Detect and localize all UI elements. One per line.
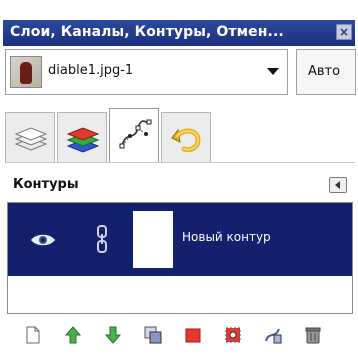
tab-channels[interactable] — [57, 112, 107, 162]
panel-title: Контуры — [13, 177, 79, 192]
window-title: Слои, Каналы, Контуры, Отмен... — [10, 24, 284, 40]
paths-list: Новый контур — [7, 202, 353, 314]
selection-to-path-icon — [225, 327, 241, 343]
title-bar[interactable]: Слои, Каналы, Контуры, Отмен... × — [3, 20, 355, 46]
dock-window: Слои, Каналы, Контуры, Отмен... × diable… — [0, 0, 358, 354]
image-selector[interactable]: diable1.jpg-1 — [5, 49, 288, 95]
image-name: diable1.jpg-1 — [48, 63, 134, 78]
chevron-down-icon[interactable] — [267, 68, 279, 75]
channels-icon — [66, 127, 100, 153]
undo-history-icon — [171, 128, 201, 153]
path-row[interactable]: Новый контур — [8, 203, 352, 276]
duplicate-path-button[interactable] — [143, 325, 163, 345]
duplicate-path-icon — [144, 326, 162, 344]
tab-paths[interactable] — [109, 108, 159, 162]
tab-layers[interactable] — [5, 112, 55, 162]
lower-path-icon — [104, 326, 122, 344]
chain-icon[interactable] — [96, 225, 108, 253]
paths-panel: Контуры Новый контур — [5, 162, 355, 354]
layers-icon — [14, 127, 48, 151]
paths-icon — [119, 119, 152, 149]
new-path-button[interactable] — [23, 325, 43, 345]
path-name[interactable]: Новый контур — [182, 230, 271, 244]
stroke-path-button[interactable] — [263, 325, 283, 345]
eye-icon[interactable] — [30, 233, 56, 247]
selection-to-path-button[interactable] — [223, 325, 243, 345]
raise-path-button[interactable] — [63, 325, 83, 345]
image-thumbnail — [10, 56, 42, 88]
path-to-selection-icon — [185, 328, 201, 343]
stroke-path-icon — [265, 328, 282, 344]
paths-toolbar — [5, 318, 355, 352]
close-icon[interactable]: × — [336, 24, 352, 40]
delete-path-icon — [305, 327, 321, 344]
dock-tabs — [5, 104, 355, 162]
delete-path-button[interactable] — [303, 325, 323, 345]
tab-undo-history[interactable] — [161, 112, 211, 162]
lower-path-button[interactable] — [103, 325, 123, 345]
auto-button-label: Авто — [308, 64, 341, 79]
raise-path-icon — [64, 326, 82, 344]
auto-button[interactable]: Авто — [296, 49, 356, 95]
path-to-selection-button[interactable] — [183, 325, 203, 345]
path-preview — [133, 211, 173, 268]
new-path-icon — [26, 326, 40, 344]
panel-menu-icon[interactable] — [329, 177, 347, 193]
